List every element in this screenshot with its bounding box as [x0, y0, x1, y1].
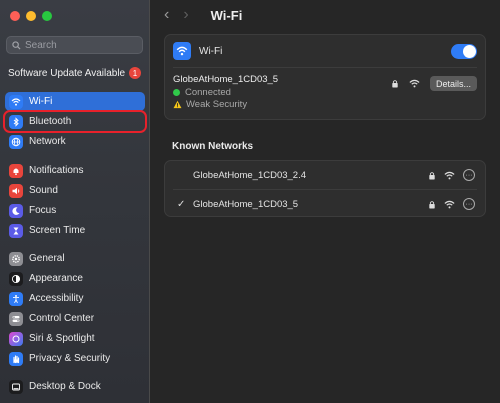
hand-icon: [9, 351, 23, 366]
checkmark-icon: ✓: [177, 198, 186, 210]
sidebar-item-bluetooth[interactable]: Bluetooth: [3, 110, 147, 133]
bell-icon: [9, 163, 23, 178]
speaker-icon: [9, 183, 23, 198]
moon-icon: [9, 203, 23, 218]
update-count-badge: 1: [129, 67, 141, 79]
sidebar-item-siri[interactable]: Siri & Spotlight: [5, 329, 145, 348]
sidebar-item-control-center[interactable]: Control Center: [5, 309, 145, 328]
zoom-window-button[interactable]: [42, 11, 52, 21]
wifi-signal-icon: [409, 79, 420, 88]
sidebar-item-focus[interactable]: Focus: [5, 201, 145, 220]
sidebar-item-notifications[interactable]: Notifications: [5, 161, 145, 180]
bluetooth-icon: [9, 114, 23, 129]
wifi-icon: [9, 94, 23, 109]
sidebar-item-general[interactable]: General: [5, 249, 145, 268]
list-item[interactable]: ✓ GlobeAtHome_1CD03_5 ···: [165, 190, 485, 218]
wifi-toggle[interactable]: [451, 43, 477, 59]
search-input[interactable]: [25, 39, 135, 51]
sidebar-item-sound[interactable]: Sound: [5, 181, 145, 200]
software-update-label: Software Update Available: [8, 67, 126, 79]
wifi-card: Wi-Fi GlobeAtHome_1CD03_5 Connected Weak…: [164, 34, 486, 120]
sidebar-item-privacy[interactable]: Privacy & Security: [5, 349, 145, 368]
main-pane: ‹ › Wi-Fi Wi-Fi GlobeAtHome_1CD03_5 Conn…: [150, 0, 500, 403]
sidebar-item-label: Sound: [29, 185, 58, 196]
sidebar: Software Update Available 1 Wi-Fi Blueto…: [0, 0, 150, 403]
lock-icon: [429, 200, 435, 209]
sidebar-item-label: Privacy & Security: [29, 353, 111, 364]
siri-icon: [9, 331, 23, 346]
connection-status: Connected: [185, 87, 231, 98]
toggles-icon: [9, 311, 23, 326]
security-warning: Weak Security: [186, 99, 248, 110]
sidebar-item-wifi[interactable]: Wi-Fi: [5, 92, 145, 111]
search-field[interactable]: [6, 36, 143, 54]
sidebar-item-label: Screen Time: [29, 225, 86, 236]
page-title: Wi-Fi: [210, 7, 243, 23]
window-controls: [10, 11, 52, 21]
sidebar-item-label: Control Center: [29, 313, 95, 324]
known-network-ssid: GlobeAtHome_1CD03_2.4: [193, 169, 307, 181]
sidebar-item-label: Appearance: [29, 273, 83, 284]
list-item[interactable]: GlobeAtHome_1CD03_2.4 ···: [165, 161, 485, 189]
wifi-icon: [173, 42, 191, 60]
minimize-window-button[interactable]: [26, 11, 36, 21]
sidebar-item-label: Accessibility: [29, 293, 84, 304]
back-chevron-icon[interactable]: ‹: [164, 7, 169, 23]
sidebar-item-accessibility[interactable]: Accessibility: [5, 289, 145, 308]
connected-status-icon: [173, 89, 180, 96]
dock-icon: [9, 379, 23, 394]
sidebar-item-label: Wi-Fi: [29, 96, 53, 107]
accessibility-icon: [9, 291, 23, 306]
sidebar-item-label: Siri & Spotlight: [29, 333, 95, 344]
sidebar-item-appearance[interactable]: Appearance: [5, 269, 145, 288]
known-network-ssid: GlobeAtHome_1CD03_5: [193, 198, 299, 210]
sidebar-item-label: Desktop & Dock: [29, 381, 101, 392]
gear-icon: [9, 251, 23, 266]
known-networks-list: GlobeAtHome_1CD03_2.4 ··· ✓ GlobeAtHome_…: [164, 160, 486, 217]
sidebar-item-network[interactable]: Network: [5, 132, 145, 151]
software-update-item[interactable]: Software Update Available 1: [8, 67, 141, 79]
known-networks-title: Known Networks: [172, 141, 254, 152]
wifi-signal-icon: [444, 200, 455, 208]
details-button[interactable]: Details...: [429, 76, 477, 91]
search-icon: [12, 40, 21, 50]
sidebar-item-label: Notifications: [29, 165, 84, 176]
close-window-button[interactable]: [10, 11, 20, 21]
forward-chevron-icon[interactable]: ›: [183, 7, 188, 23]
toolbar: ‹ › Wi-Fi: [150, 0, 500, 30]
sidebar-item-screen-time[interactable]: Screen Time: [5, 221, 145, 240]
more-options-button[interactable]: ···: [463, 198, 475, 210]
hourglass-icon: [9, 223, 23, 238]
current-network-info: GlobeAtHome_1CD03_5 Connected Weak Secur…: [173, 74, 278, 110]
current-network-ssid: GlobeAtHome_1CD03_5: [173, 74, 279, 85]
more-options-button[interactable]: ···: [463, 169, 475, 181]
sidebar-item-label: General: [29, 253, 65, 264]
system-settings-window: Software Update Available 1 Wi-Fi Blueto…: [0, 0, 500, 403]
wifi-label: Wi-Fi: [199, 45, 223, 57]
sidebar-item-label: Bluetooth: [29, 116, 72, 127]
sidebar-item-label: Network: [29, 136, 66, 147]
appearance-icon: [9, 271, 23, 286]
lock-icon: [429, 171, 435, 180]
warning-icon: [173, 100, 182, 109]
wifi-signal-icon: [444, 171, 455, 179]
lock-icon: [392, 80, 398, 88]
sidebar-item-desktop-dock[interactable]: Desktop & Dock: [5, 377, 145, 396]
globe-icon: [9, 134, 23, 149]
sidebar-item-label: Focus: [29, 205, 57, 216]
